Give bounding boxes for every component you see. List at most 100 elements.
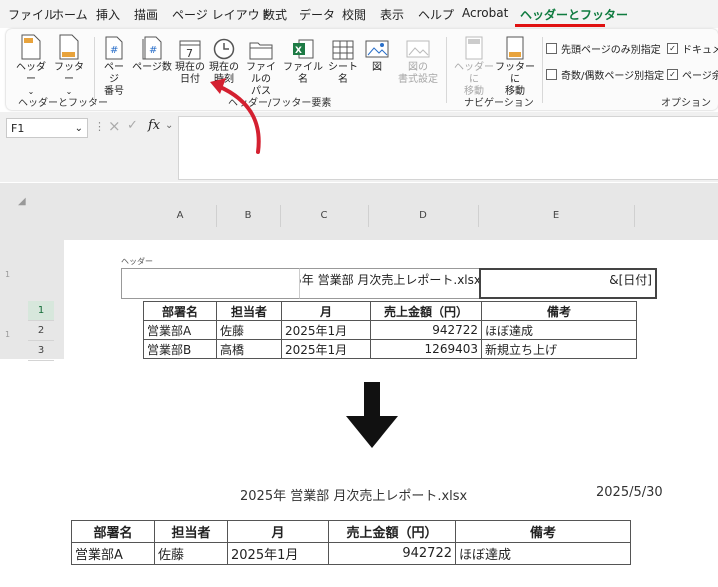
table-cell[interactable]: 営業部B xyxy=(143,339,217,359)
menu-view[interactable]: 表示 xyxy=(380,6,404,23)
menu-help[interactable]: ヘルプ xyxy=(418,6,454,23)
cancel-icon[interactable]: × xyxy=(108,117,121,135)
row-header[interactable]: 2 xyxy=(28,321,54,341)
printed-header-cell: 備考 xyxy=(455,520,631,543)
option-odd-even[interactable]: 奇数/偶数ページ別指定 xyxy=(546,67,664,82)
printed-cell: 942722 xyxy=(328,542,456,565)
menu-insert[interactable]: 挿入 xyxy=(96,6,120,23)
table-header-cell[interactable]: 部署名 xyxy=(143,301,217,321)
name-box[interactable]: F1 ⌄ xyxy=(6,118,88,138)
group-separator xyxy=(446,37,447,103)
column-header[interactable]: C xyxy=(280,205,369,227)
header-button[interactable]: ヘッダー ⌄ xyxy=(14,34,48,98)
fx-icon[interactable]: fx xyxy=(148,118,160,133)
table-header-cell[interactable]: 月 xyxy=(281,301,371,321)
table-cell[interactable]: 新規立ち上げ xyxy=(481,339,637,359)
group-label-navigation: ナビゲーション xyxy=(464,98,534,109)
goto-header-label-1: ヘッダーに xyxy=(454,62,494,85)
format-picture-icon xyxy=(406,40,430,58)
excel-file-icon: X xyxy=(293,39,314,59)
picture-button[interactable]: 図 xyxy=(362,34,392,74)
printed-header-cell: 部署名 xyxy=(71,520,155,543)
page-number-label-2: 番号 xyxy=(104,86,124,97)
table-cell[interactable]: 2025年1月 xyxy=(281,339,371,359)
header-left-section[interactable] xyxy=(121,268,299,299)
check-icon[interactable]: ✓ xyxy=(127,118,138,133)
goto-footer-label-1: フッターに xyxy=(495,62,535,85)
table-cell[interactable]: 高橋 xyxy=(216,339,282,359)
ribbon: ヘッダー ⌄ フッター ⌄ ヘッダーとフッター # ページ 番号 # ページ数 … xyxy=(6,29,718,110)
goto-header-button[interactable]: ヘッダーに 移動 xyxy=(452,34,496,98)
more-icon[interactable]: ⋮ xyxy=(94,120,105,133)
format-picture-label-1: 図の xyxy=(408,62,428,73)
option-page-margin[interactable]: ✓ページ余白 xyxy=(667,67,718,82)
svg-text:#: # xyxy=(110,45,118,56)
menu-draw[interactable]: 描画 xyxy=(134,6,158,23)
red-arrow-annotation xyxy=(210,78,261,154)
printed-table: 部署名 担当者 月 売上金額（円） 備考 営業部A 佐藤 2025年1月 942… xyxy=(71,520,631,565)
table-header-cell[interactable]: 担当者 xyxy=(216,301,282,321)
menu-review[interactable]: 校閲 xyxy=(342,6,366,23)
down-arrow-icon xyxy=(346,382,398,448)
page-number-button[interactable]: # ページ 番号 xyxy=(100,34,128,98)
header-right-section[interactable]: &[日付] xyxy=(479,268,657,299)
menu-bar: ファイル ホーム 挿入 描画 ページ レイアウト 数式 データ 校閲 表示 ヘル… xyxy=(0,0,718,28)
goto-header-icon xyxy=(465,36,483,60)
page-count-label: ページ数 xyxy=(132,62,172,73)
printed-cell: 2025年1月 xyxy=(227,542,329,565)
chevron-down-icon[interactable]: ⌄ xyxy=(75,119,83,139)
name-box-value: F1 xyxy=(11,122,25,135)
checkbox-unchecked[interactable] xyxy=(546,43,557,54)
header-center-text: 2025年 営業部 月次売上レポート.xlsx xyxy=(300,273,479,287)
table-cell[interactable]: ほぼ達成 xyxy=(481,320,637,340)
row-header[interactable]: 1 xyxy=(28,301,54,321)
column-header[interactable]: A xyxy=(144,205,217,227)
menu-header-footer[interactable]: ヘッダーとフッター xyxy=(520,6,628,23)
page-count-button[interactable]: # ページ数 xyxy=(132,34,172,74)
select-all-icon[interactable]: ◢ xyxy=(18,196,26,207)
menu-home[interactable]: ホーム xyxy=(52,6,88,23)
header-icon xyxy=(21,34,41,60)
checkbox-checked[interactable]: ✓ xyxy=(667,69,678,80)
goto-footer-icon xyxy=(506,36,524,60)
printed-cell: ほぼ達成 xyxy=(455,542,631,565)
column-header[interactable]: D xyxy=(368,205,479,227)
row-header[interactable]: 3 xyxy=(28,341,54,361)
footer-button-label: フッター xyxy=(54,62,84,85)
table-cell[interactable]: 1269403 xyxy=(370,339,482,359)
goto-footer-button[interactable]: フッターに 移動 xyxy=(492,34,538,98)
page-number-icon: # xyxy=(105,36,123,60)
table-cell[interactable]: 942722 xyxy=(370,320,482,340)
sheet-name-button[interactable]: シート名 xyxy=(326,34,360,86)
checkbox-checked[interactable]: ✓ xyxy=(667,43,678,54)
header-center-section[interactable]: 2025年 営業部 月次売上レポート.xlsx xyxy=(299,268,479,299)
format-picture-button[interactable]: 図の 書式設定 xyxy=(396,34,440,86)
table-cell[interactable]: 営業部A xyxy=(143,320,217,340)
footer-button[interactable]: フッター ⌄ xyxy=(52,34,86,98)
printed-table-wrap: 部署名 担当者 月 売上金額（円） 備考 営業部A 佐藤 2025年1月 942… xyxy=(71,520,631,565)
folder-icon xyxy=(249,42,273,60)
page-number-label-1: ページ xyxy=(104,62,124,85)
file-name-button[interactable]: X ファイル名 xyxy=(282,34,324,86)
menu-acrobat[interactable]: Acrobat xyxy=(462,6,508,20)
printed-cell: 佐藤 xyxy=(154,542,228,565)
option-doc-scale[interactable]: ✓ドキュメント xyxy=(667,41,718,56)
option-first-page[interactable]: 先頭ページのみ別指定 xyxy=(546,41,661,56)
printed-header-cell: 売上金額（円） xyxy=(328,520,456,543)
menu-page-layout[interactable]: ページ レイアウト xyxy=(172,6,272,23)
table-cell[interactable]: 2025年1月 xyxy=(281,320,371,340)
table-cell[interactable]: 佐藤 xyxy=(216,320,282,340)
checkbox-unchecked[interactable] xyxy=(546,69,557,80)
menu-file[interactable]: ファイル xyxy=(8,6,56,23)
group-separator xyxy=(94,37,95,103)
chevron-down-icon[interactable]: ⌄ xyxy=(165,120,173,131)
sheet-name-label: シート名 xyxy=(328,62,358,85)
menu-data[interactable]: データ xyxy=(299,6,335,23)
column-header[interactable]: E xyxy=(478,205,635,227)
table-header-cell[interactable]: 備考 xyxy=(481,301,637,321)
table-header-cell[interactable]: 売上金額（円） xyxy=(370,301,482,321)
printed-cell: 営業部A xyxy=(71,542,155,565)
column-header[interactable]: B xyxy=(216,205,281,227)
footer-icon xyxy=(59,34,79,60)
menu-formulas[interactable]: 数式 xyxy=(263,6,287,23)
